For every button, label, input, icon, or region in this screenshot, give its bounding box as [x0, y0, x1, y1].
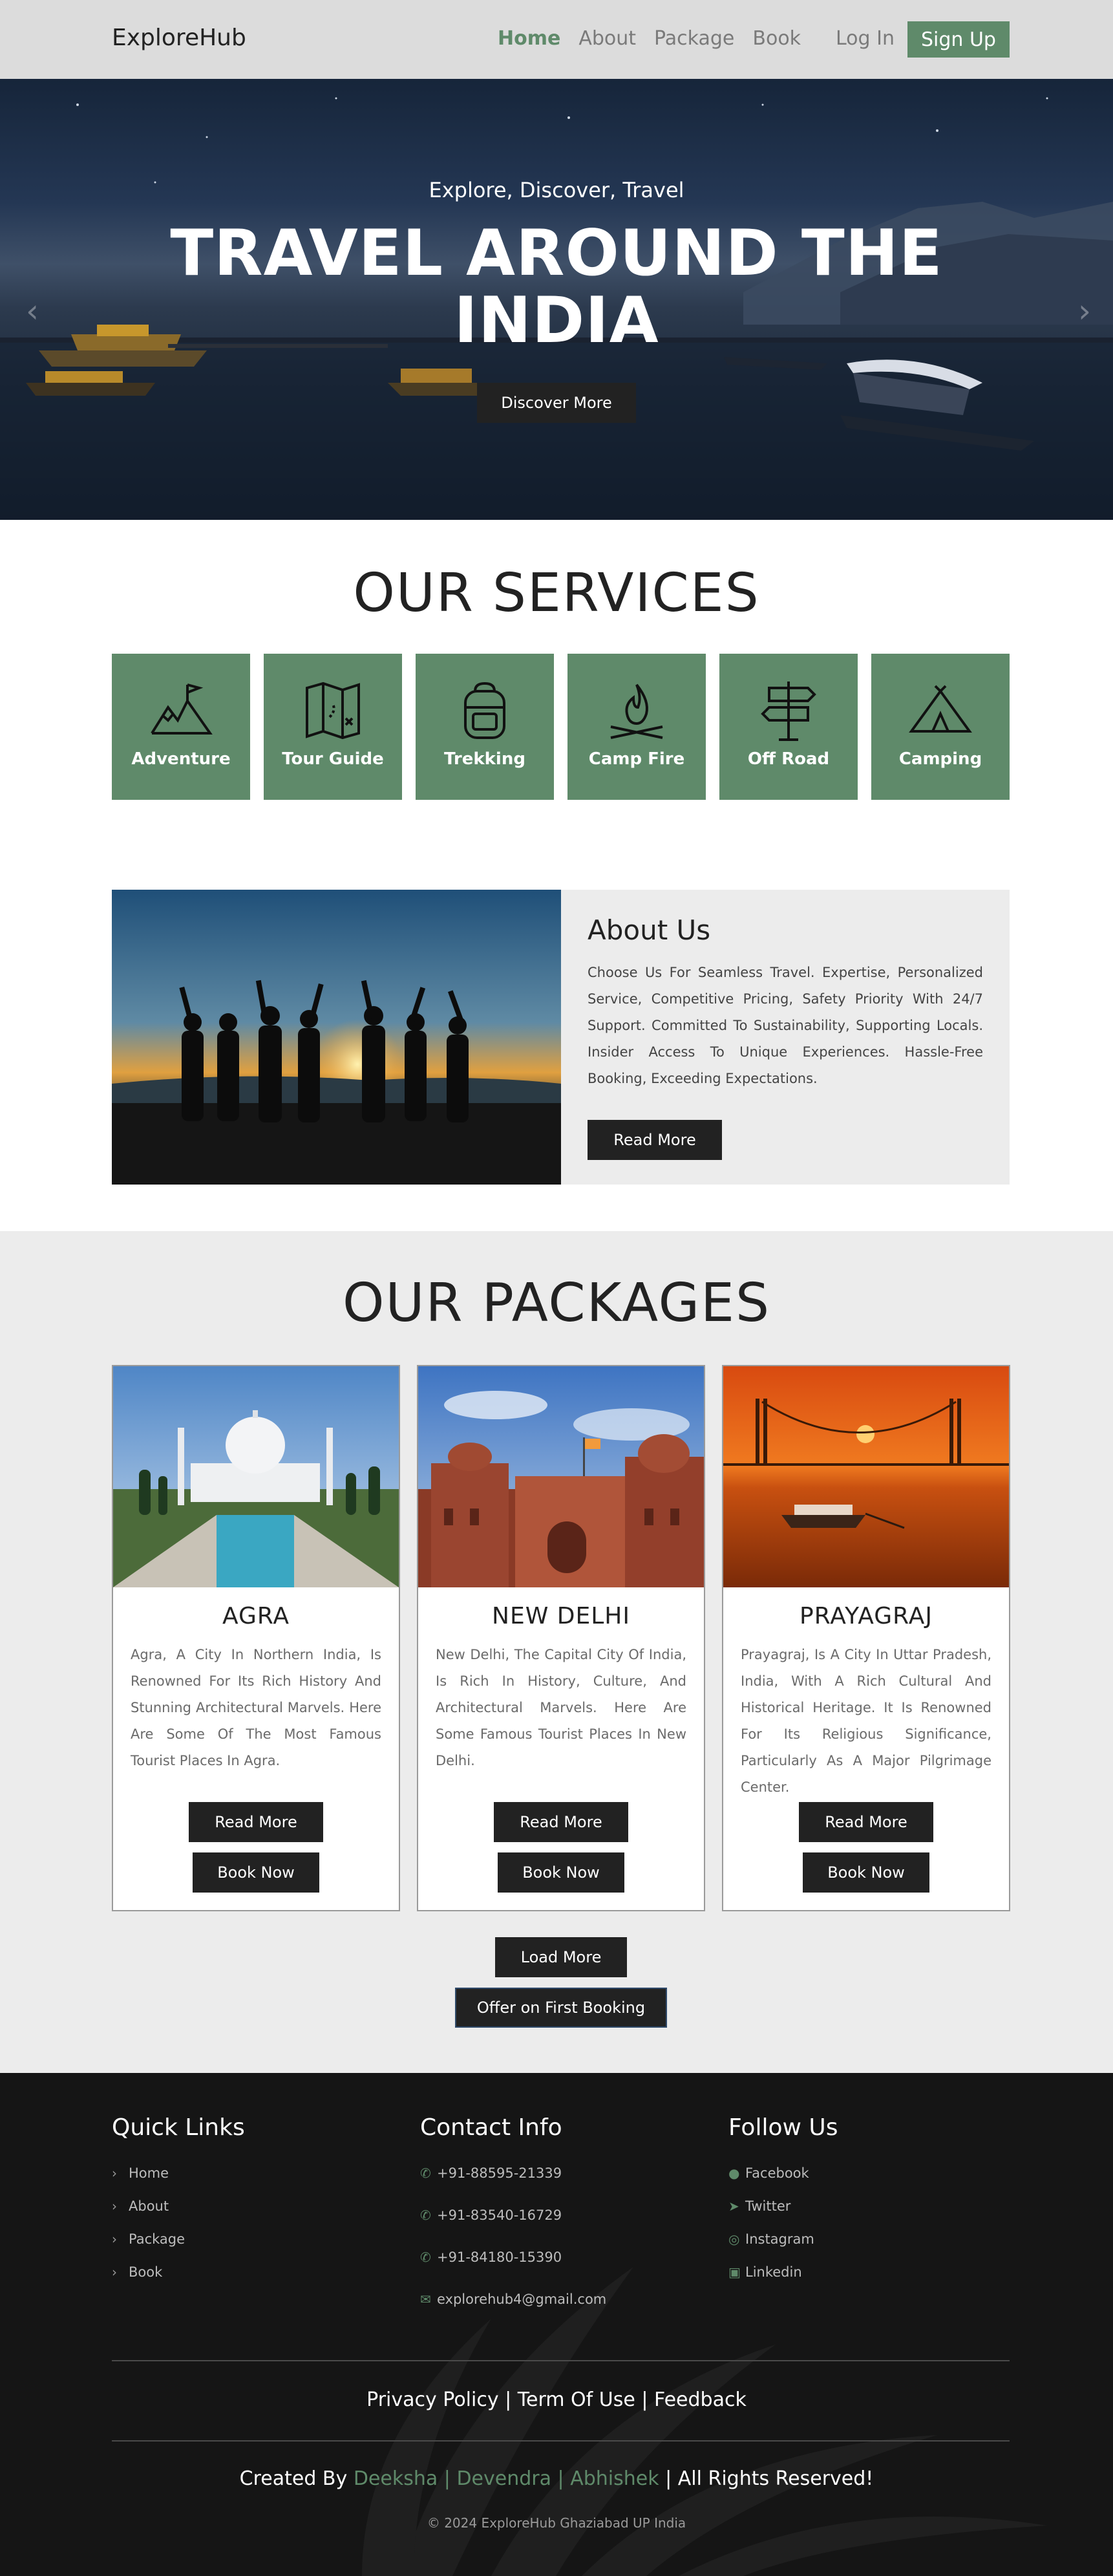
package-book-now-button[interactable]: Book Now	[498, 1852, 624, 1893]
author-name[interactable]: Deeksha	[354, 2467, 438, 2490]
contact-email[interactable]: ✉ explorehub4@gmail.com	[420, 2292, 606, 2307]
package-title: AGRA	[222, 1603, 290, 1629]
chevron-right-icon: ›	[112, 2165, 117, 2181]
package-book-now-button[interactable]: Book Now	[803, 1852, 929, 1893]
hero-subtitle: Explore, Discover, Travel	[429, 178, 684, 202]
service-off-road[interactable]: Off Road	[719, 654, 858, 800]
campfire-icon	[610, 683, 663, 739]
follow-us-title: Follow Us	[728, 2114, 838, 2141]
contact-info-title: Contact Info	[420, 2114, 562, 2141]
service-label: Tour Guide	[282, 749, 384, 769]
facebook-icon: ●	[728, 2165, 740, 2181]
footer-link-home[interactable]: › Home	[112, 2165, 169, 2181]
linkedin-icon: ▣	[728, 2264, 741, 2280]
package-read-more-button[interactable]: Read More	[799, 1802, 933, 1842]
phone-icon: ✆	[420, 2249, 431, 2265]
mountain-flag-icon	[151, 683, 213, 735]
nav-link-about[interactable]: About	[578, 27, 636, 50]
backpack-icon	[464, 682, 505, 739]
nav-links: Home About Package Book	[498, 27, 819, 50]
contact-phone[interactable]: ✆ +91-83540-16729	[420, 2207, 562, 2223]
tent-icon	[909, 685, 972, 733]
social-link-instagram[interactable]: ◎ Instagram	[728, 2231, 814, 2247]
service-label: Adventure	[131, 749, 231, 769]
about-image	[112, 890, 561, 1185]
hero-title-line1: TRAVEL AROUND THE	[170, 217, 943, 290]
package-card-agra: AGRA Agra, A City In Northern India, Is …	[112, 1365, 400, 1911]
quick-links-title: Quick Links	[112, 2114, 245, 2141]
service-label: Camping	[898, 749, 982, 769]
signpost-icon	[761, 682, 816, 741]
phone-icon: ✆	[420, 2207, 431, 2223]
service-camp-fire[interactable]: Camp Fire	[567, 654, 706, 800]
footer: Quick Links › Home › About › Package › Book …	[0, 2073, 1113, 2576]
packages-title: OUR PACKAGES	[342, 1272, 771, 1334]
package-title: PRAYAGRAJ	[800, 1603, 933, 1629]
footer-copyright: © 2024 ExploreHub Ghaziabad UP India	[427, 2515, 686, 2531]
author-name[interactable]: Abhishek	[570, 2467, 659, 2490]
navbar: ExploreHub Home About Package Book Log I…	[0, 0, 1113, 79]
discover-more-button[interactable]: Discover More	[477, 383, 636, 423]
about-read-more-button[interactable]: Read More	[588, 1120, 722, 1160]
footer-link-about[interactable]: › About	[112, 2198, 169, 2214]
offer-button[interactable]: Offer on First Booking	[455, 1988, 667, 2028]
hero-banner: ‹ › Explore, Discover, Travel TRAVEL ARO…	[0, 79, 1113, 520]
nav-link-package[interactable]: Package	[654, 27, 734, 50]
footer-divider	[112, 2360, 1010, 2361]
about-title: About Us	[588, 914, 711, 946]
social-link-twitter[interactable]: ➤ Twitter	[728, 2198, 790, 2214]
about-text: Choose Us For Seamless Travel. Expertise…	[588, 965, 983, 1086]
hero-title: TRAVEL AROUND THE INDIA	[0, 220, 1113, 354]
footer-credits: Created By Deeksha | Devendra | Abhishek…	[239, 2467, 874, 2490]
signup-button[interactable]: Sign Up	[907, 21, 1010, 58]
package-description: New Delhi, The Capital City Of India, Is…	[436, 1647, 686, 1768]
package-image-new-delhi	[418, 1366, 704, 1587]
services-title: OUR SERVICES	[353, 563, 760, 624]
social-link-facebook[interactable]: ● Facebook	[728, 2165, 809, 2181]
nav-link-book[interactable]: Book	[752, 27, 801, 50]
twitter-icon: ➤	[728, 2198, 739, 2214]
package-book-now-button[interactable]: Book Now	[193, 1852, 319, 1893]
nav-link-home[interactable]: Home	[498, 27, 560, 50]
service-label: Camp Fire	[588, 749, 685, 769]
package-card-new-delhi: NEW DELHI New Delhi, The Capital City Of…	[417, 1365, 705, 1911]
load-more-button[interactable]: Load More	[495, 1937, 627, 1977]
instagram-icon: ◎	[728, 2231, 740, 2247]
footer-link-book[interactable]: › Book	[112, 2264, 162, 2280]
services-grid: Adventure Tour Guide Trekking Camp Fire	[112, 654, 1010, 800]
service-tour-guide[interactable]: Tour Guide	[264, 654, 402, 800]
login-link[interactable]: Log In	[836, 27, 895, 50]
author-name[interactable]: Devendra	[456, 2467, 551, 2490]
package-read-more-button[interactable]: Read More	[189, 1802, 323, 1842]
phone-icon: ✆	[420, 2165, 431, 2181]
contact-phone[interactable]: ✆ +91-84180-15390	[420, 2249, 562, 2265]
footer-policy-links[interactable]: Privacy Policy | Term Of Use | Feedback	[0, 2388, 1113, 2411]
contact-phone[interactable]: ✆ +91-88595-21339	[420, 2165, 562, 2181]
service-label: Off Road	[747, 749, 830, 769]
service-label: Trekking	[444, 749, 525, 769]
footer-divider	[112, 2440, 1010, 2442]
footer-leaf-background	[362, 2267, 1047, 2576]
service-adventure[interactable]: Adventure	[112, 654, 250, 800]
chevron-right-icon: ›	[112, 2264, 117, 2280]
package-read-more-button[interactable]: Read More	[494, 1802, 628, 1842]
package-image-prayagraj	[723, 1366, 1009, 1587]
envelope-icon: ✉	[420, 2292, 431, 2307]
social-link-linkedin[interactable]: ▣ Linkedin	[728, 2264, 802, 2280]
chevron-right-icon: ›	[112, 2198, 117, 2214]
package-description: Agra, A City In Northern India, Is Renow…	[131, 1647, 381, 1768]
hero-title-line2: INDIA	[454, 284, 659, 358]
service-camping[interactable]: Camping	[871, 654, 1010, 800]
package-description: Prayagraj, Is A City In Uttar Pradesh, I…	[741, 1647, 991, 1795]
about-panel: About Us Choose Us For Seamless Travel. …	[561, 890, 1010, 1185]
footer-link-package[interactable]: › Package	[112, 2231, 185, 2247]
brand-logo[interactable]: ExploreHub	[112, 25, 246, 51]
map-icon	[306, 682, 360, 740]
package-title: NEW DELHI	[492, 1603, 630, 1629]
chevron-right-icon: ›	[112, 2231, 117, 2247]
package-card-prayagraj: PRAYAGRAJ Prayagraj, Is A City In Uttar …	[722, 1365, 1010, 1911]
package-image-agra	[113, 1366, 399, 1587]
service-trekking[interactable]: Trekking	[416, 654, 554, 800]
